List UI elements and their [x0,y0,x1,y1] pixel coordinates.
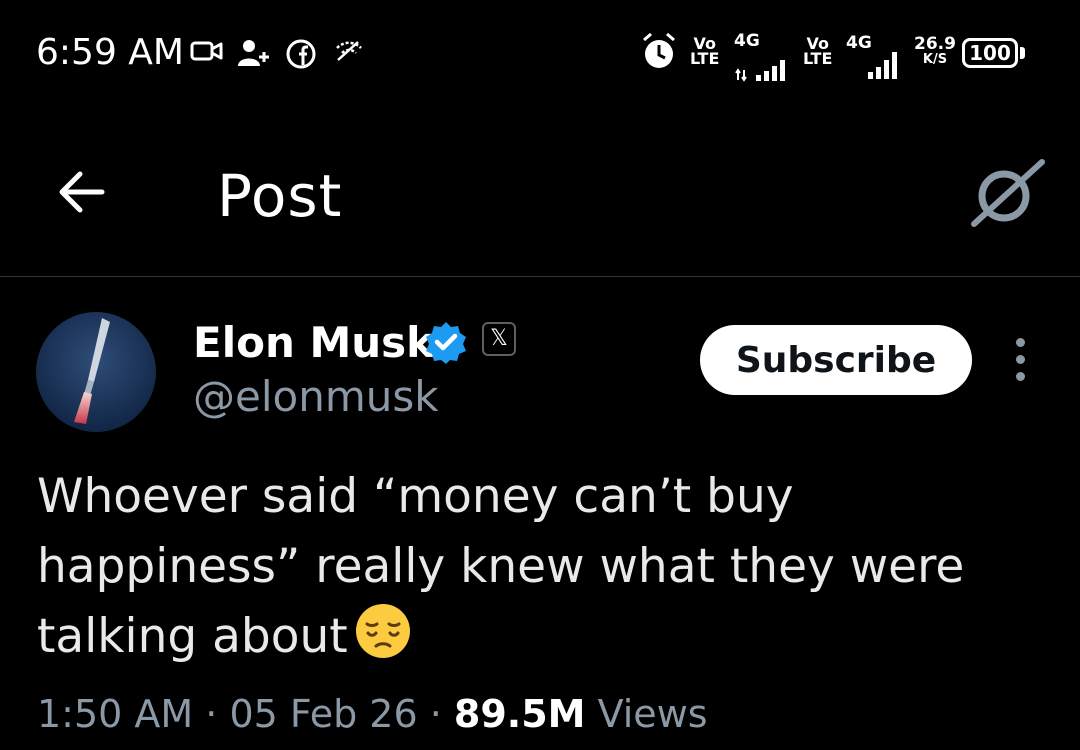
meta-separator: · [429,692,442,736]
video-call-icon [190,41,223,61]
pensive-face-emoji-icon [355,604,410,658]
page-title: Post [217,162,343,230]
verified-badge-icon [426,322,466,364]
author-handle[interactable]: @elonmusk [193,372,439,421]
views-label[interactable]: Views [598,692,708,736]
sim1-signal-icon [735,60,785,82]
sim1-network: 4G [734,31,760,51]
dot [1015,372,1025,381]
grok-button[interactable] [968,156,1048,232]
battery-tip [1020,47,1025,59]
sim2-signal-icon [868,52,897,79]
sim2-volte: Vo LTE [803,34,833,68]
post-time[interactable]: 1:50 AM [37,692,193,736]
wifi-slash-icon [336,41,362,61]
more-options-button[interactable] [1006,338,1034,384]
post-text-line2: happiness” really knew what they were [37,539,965,594]
alarm-icon [643,32,675,68]
dot [1015,355,1025,364]
status-time: 6:59 AM [36,32,184,73]
views-count[interactable]: 89.5M [454,692,586,736]
rocket-launch-avatar-image [36,312,156,432]
status-bar: 6:59 AM Vo LTE 4G Vo LTE 4G 26.9 K/S 100 [0,0,1080,110]
back-button[interactable] [50,160,120,224]
dot [1015,338,1025,347]
network-speed: 26.9 K/S [914,34,956,68]
post-header: Post [0,110,1080,277]
author-name[interactable]: Elon Musk [193,318,434,367]
meta-separator: · [205,692,218,736]
avatar[interactable] [36,312,156,432]
post-text-line3: talking about [37,602,1047,672]
sim1-volte: Vo LTE [690,34,720,68]
arrow-left-icon [59,171,105,213]
post-text: Whoever said “money can’t buy happiness”… [37,462,1047,672]
grok-icon [971,159,1045,227]
add-contact-icon [238,40,269,66]
facebook-icon [286,39,316,69]
subscribe-button[interactable]: Subscribe [700,325,972,395]
x-affiliation-badge[interactable]: 𝕏 [482,322,516,356]
battery-indicator: 100 [962,38,1018,68]
post-text-line1: Whoever said “money can’t buy [37,469,794,524]
post-date[interactable]: 05 Feb 26 [229,692,417,736]
post-meta: 1:50 AM · 05 Feb 26 · 89.5M Views [37,692,708,736]
